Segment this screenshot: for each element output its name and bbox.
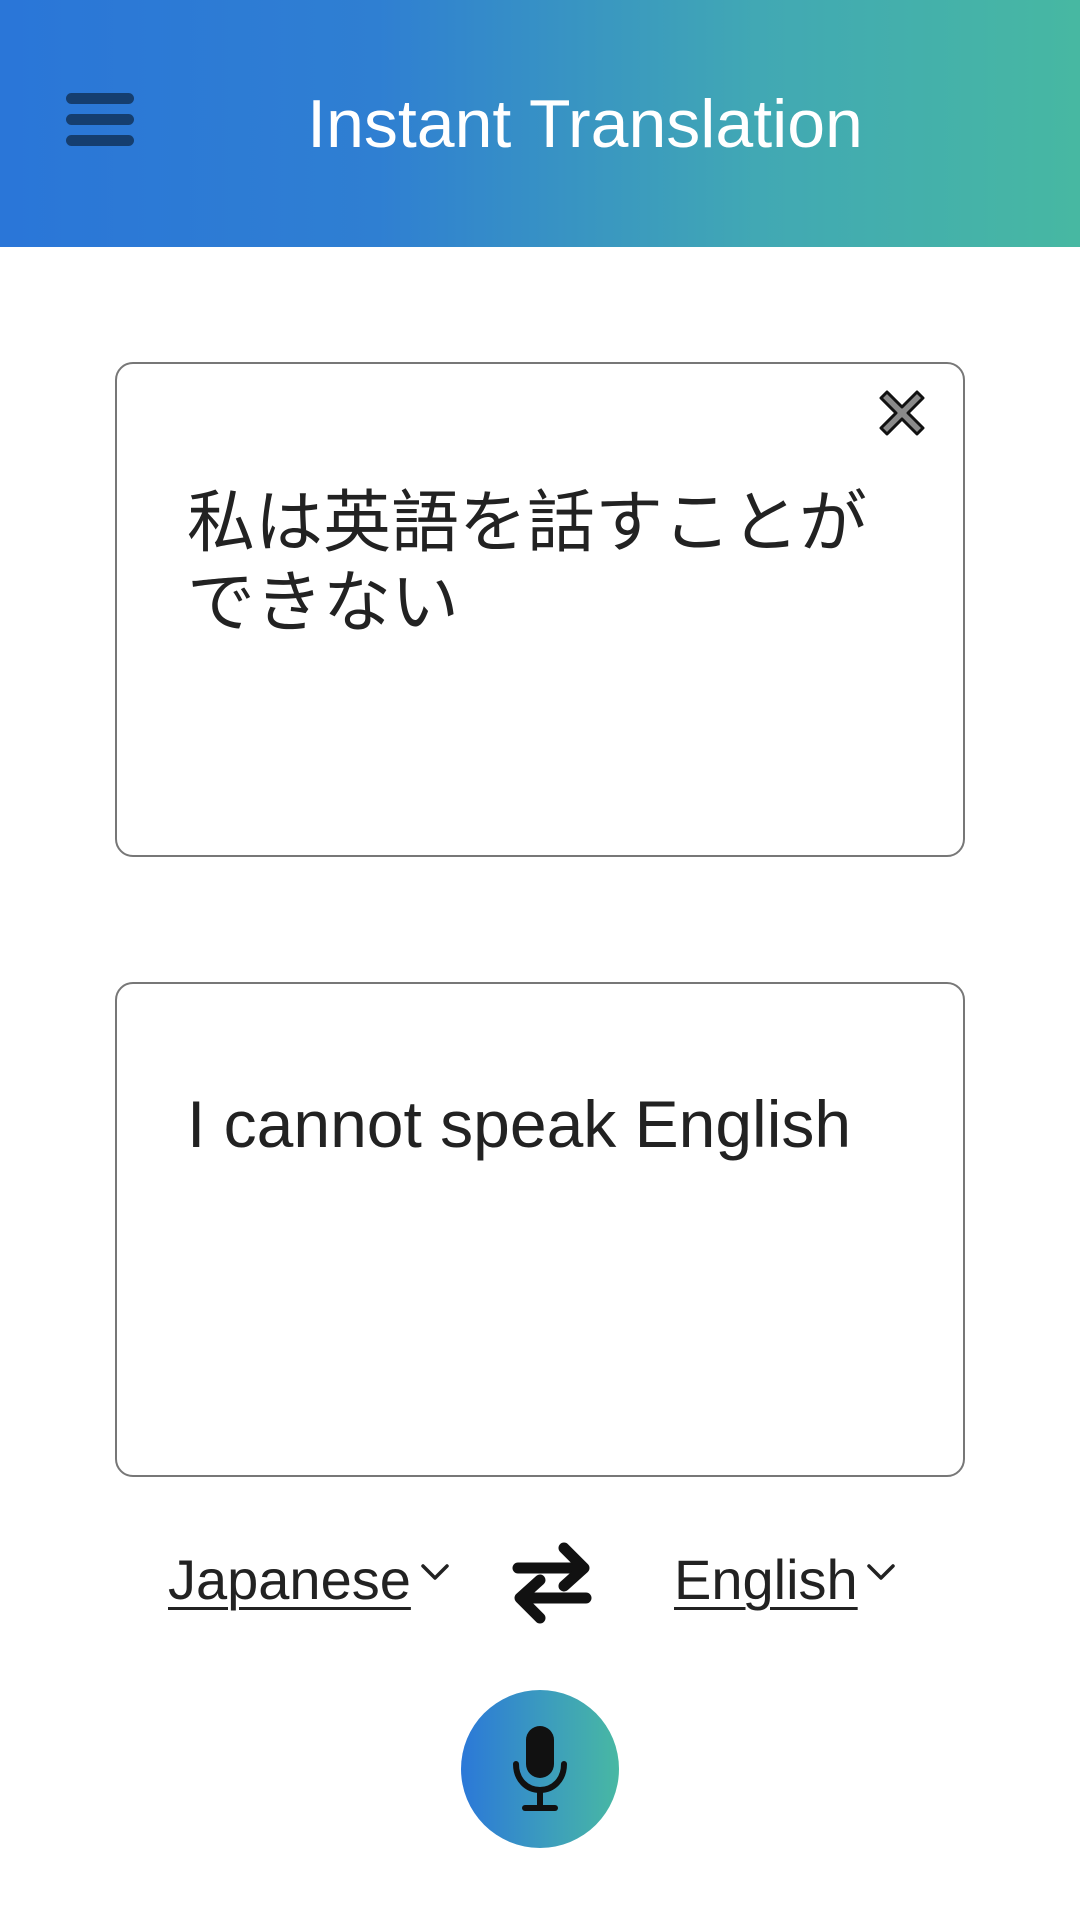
translated-text: I cannot speak English <box>187 1087 852 1161</box>
source-text[interactable]: 私は英語を話すことができない <box>187 484 893 644</box>
target-language-label: English <box>674 1548 858 1611</box>
chevron-down-icon <box>867 1564 895 1580</box>
source-language-label: Japanese <box>168 1548 411 1611</box>
translation-output-box: I cannot speak English <box>115 982 965 1477</box>
microphone-icon <box>513 1726 567 1811</box>
swap-arrows-icon <box>512 1542 592 1624</box>
swap-languages-button[interactable] <box>510 1540 594 1624</box>
page-title: Instant Translation <box>307 86 863 162</box>
menu-button[interactable] <box>60 88 140 158</box>
hamburger-menu-icon-bar <box>66 135 134 146</box>
clear-button[interactable] <box>877 388 927 438</box>
hamburger-menu-icon-bar <box>66 93 134 104</box>
source-text-box[interactable]: 私は英語を話すことができない <box>115 362 965 857</box>
close-x-icon <box>879 390 925 436</box>
hamburger-menu-icon-bar <box>66 114 134 125</box>
microphone-button[interactable] <box>461 1690 619 1848</box>
target-language-select[interactable]: English <box>674 1548 895 1618</box>
app-header: Instant Translation <box>0 0 1080 247</box>
source-language-select[interactable]: Japanese <box>168 1548 449 1618</box>
chevron-down-icon <box>421 1564 449 1580</box>
